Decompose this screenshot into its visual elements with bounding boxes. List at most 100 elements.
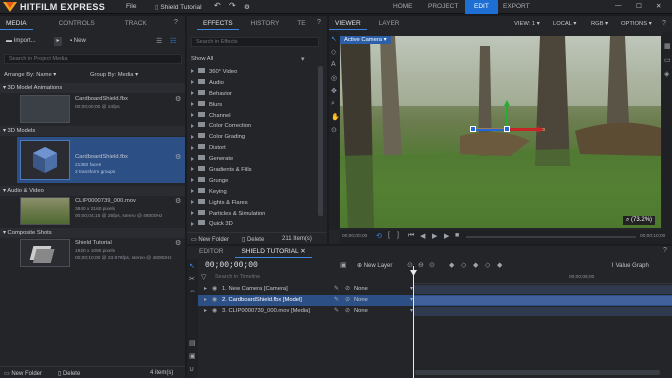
media-thumb-composite[interactable]: [20, 239, 70, 267]
new-layer-button[interactable]: ⊕ New Layer: [357, 262, 392, 269]
maximize-icon[interactable]: ☐: [636, 2, 642, 10]
tab-media[interactable]: MEDIA: [0, 18, 33, 30]
select-tool-icon[interactable]: ↖: [331, 35, 337, 43]
media-new-folder-button[interactable]: ▭ New Folder: [4, 370, 42, 377]
value-graph-button[interactable]: ⌇ Value Graph: [611, 262, 649, 269]
tab-viewer[interactable]: VIEWER: [329, 18, 367, 30]
keyframe-hold-icon[interactable]: ◆: [473, 261, 478, 269]
layer-clip-bar[interactable]: [413, 296, 672, 305]
keyframe-ease-icon[interactable]: ◇: [485, 261, 490, 269]
slip-tool-icon[interactable]: ⇔: [189, 288, 196, 295]
effects-category[interactable]: 360° Video: [191, 67, 317, 78]
tab-history[interactable]: HISTORY: [245, 18, 286, 30]
effects-new-folder-button[interactable]: ▭ New Folder: [191, 236, 229, 243]
detail-view-icon[interactable]: ☷: [170, 37, 176, 45]
keyframe-smooth-icon[interactable]: ◇: [461, 261, 466, 269]
effects-search-input[interactable]: Search in Effects: [191, 37, 319, 47]
effects-category[interactable]: Audio: [191, 78, 317, 89]
layer-name[interactable]: 2. CardboardShield.fbx [Model]: [222, 297, 302, 303]
layer-clip-bar[interactable]: [413, 307, 672, 316]
panel-help-icon[interactable]: ?: [317, 19, 321, 26]
timeline-layer-row[interactable]: ▸ ◉ 3. CLIP0000739_000.mov [Media] ✎ ⊘ None ▾: [198, 306, 672, 317]
blend-mode-dropdown[interactable]: None: [354, 308, 368, 314]
zoom-level[interactable]: ⌕ (73.2%): [623, 216, 656, 225]
menu-file[interactable]: File: [126, 3, 136, 10]
comp-options-icon[interactable]: ▤: [189, 339, 196, 347]
step-back-icon[interactable]: ◀: [420, 232, 425, 240]
layer-clip-bar[interactable]: [413, 285, 672, 294]
effects-category[interactable]: Quick 3D: [191, 219, 317, 230]
timeline-layer-row[interactable]: ▸ ◉ 2. CardboardShield.fbx [Model] ✎ ⊘ None ▾: [198, 295, 672, 306]
add-keyframe-icon[interactable]: ⊙: [407, 261, 413, 269]
effects-category[interactable]: Particles & Simulation: [191, 209, 317, 220]
settings-gear-icon[interactable]: ⚙: [244, 3, 250, 11]
undo-icon[interactable]: ↶: [214, 1, 221, 10]
camera-selector[interactable]: Active Camera ▾: [340, 36, 391, 44]
parent-link-icon[interactable]: ⊘: [345, 285, 350, 292]
import-button[interactable]: ▬ Import...: [6, 38, 36, 44]
layer-name[interactable]: 3. CLIP0000739_000.mov [Media]: [222, 308, 310, 314]
tab-effects[interactable]: EFFECTS: [197, 18, 239, 30]
minimize-icon[interactable]: —: [615, 2, 622, 9]
section-header-3d-model-animations[interactable]: ▾ 3D Model Animations: [0, 83, 185, 93]
tab-editor[interactable]: EDITOR: [193, 246, 229, 258]
effects-category[interactable]: Distort: [191, 143, 317, 154]
pan-tool-icon[interactable]: ◇: [331, 48, 336, 56]
viewer-scrub-bar[interactable]: [466, 236, 636, 238]
tab-track[interactable]: TRACK: [119, 18, 153, 30]
nav-tab-home[interactable]: HOME: [384, 0, 422, 14]
redo-icon[interactable]: ↷: [229, 1, 236, 10]
stop-icon[interactable]: ■: [455, 232, 459, 239]
panel-help-icon[interactable]: ?: [662, 20, 666, 27]
media-item-settings-icon[interactable]: ⚙: [175, 239, 181, 247]
media-item-settings-icon[interactable]: ⚙: [175, 153, 181, 161]
media-item-name[interactable]: CardboardShield.fbx: [75, 154, 128, 160]
tab-text[interactable]: TE: [291, 18, 311, 30]
media-delete-button[interactable]: ▯ Delete: [58, 370, 80, 377]
rgb-selector[interactable]: RGB ▾: [591, 21, 608, 27]
tab-shield-tutorial[interactable]: SHIELD TUTORIAL ✕: [235, 246, 312, 258]
play-icon[interactable]: ▶: [432, 232, 437, 240]
slice-tool-icon[interactable]: ✂: [189, 275, 195, 283]
blend-mode-dropdown[interactable]: None: [354, 297, 368, 303]
panel-help-icon[interactable]: ?: [663, 247, 667, 254]
magnet-icon[interactable]: ∪: [189, 365, 194, 373]
local-selector[interactable]: LOCAL ▾: [553, 21, 576, 27]
export-frame-icon[interactable]: ▣: [340, 261, 347, 269]
text-tool-icon[interactable]: A: [331, 61, 336, 68]
orbit-tool-icon[interactable]: ⊙: [331, 126, 337, 134]
prev-keyframe-icon[interactable]: ⊖: [418, 261, 424, 269]
timeline-ruler[interactable]: [413, 270, 672, 284]
options-menu[interactable]: OPTIONS ▾: [621, 21, 652, 27]
group-by-dropdown[interactable]: Group By: Media ▾: [90, 72, 138, 78]
effects-category[interactable]: Channel: [191, 111, 317, 122]
effects-category[interactable]: Lights & Flares: [191, 198, 317, 209]
view-selector[interactable]: VIEW: 1 ▾: [514, 21, 540, 27]
gizmo-center-handle-icon[interactable]: [504, 126, 510, 132]
close-tab-icon[interactable]: ✕: [300, 248, 305, 255]
nav-tab-project[interactable]: PROJECT: [419, 0, 467, 14]
timeline-layer-row[interactable]: ▸ ◉ 1. New Camera [Camera] ✎ ⊘ None ▾: [198, 284, 672, 295]
next-keyframe-icon[interactable]: ⊙: [429, 261, 435, 269]
tab-layer[interactable]: LAYER: [373, 18, 406, 30]
list-view-icon[interactable]: ☰: [156, 37, 162, 45]
playhead[interactable]: [413, 266, 414, 378]
export-icon[interactable]: ▣: [189, 352, 196, 360]
tab-controls[interactable]: CONTROLS: [53, 18, 101, 30]
viewer-canvas[interactable]: Active Camera ▾ ⌕ (73.2%): [340, 36, 661, 228]
media-thumb-video[interactable]: [20, 197, 70, 225]
step-forward-icon[interactable]: ▶: [444, 232, 449, 240]
transform-tool-icon[interactable]: ✥: [331, 87, 337, 95]
panel-help-icon[interactable]: ?: [174, 19, 178, 26]
media-item-name[interactable]: Shield Tutorial: [75, 240, 112, 246]
effects-filter-dropdown[interactable]: Show All: [191, 56, 213, 62]
project-title[interactable]: ▯ Shield Tutorial: [155, 3, 202, 11]
mark-in-icon[interactable]: [: [388, 232, 390, 239]
arrange-by-dropdown[interactable]: Arrange By: Name ▾: [4, 72, 56, 78]
safe-area-icon[interactable]: ▭: [664, 56, 671, 64]
media-item-name[interactable]: CLIP0000739_000.mov: [75, 198, 136, 204]
mask-tool-icon[interactable]: ◎: [331, 74, 337, 82]
edit-pencil-icon[interactable]: ✎: [334, 296, 339, 303]
section-header-composite-shots[interactable]: ▾ Composite Shots: [0, 228, 185, 238]
parent-link-icon[interactable]: ⊘: [345, 296, 350, 303]
